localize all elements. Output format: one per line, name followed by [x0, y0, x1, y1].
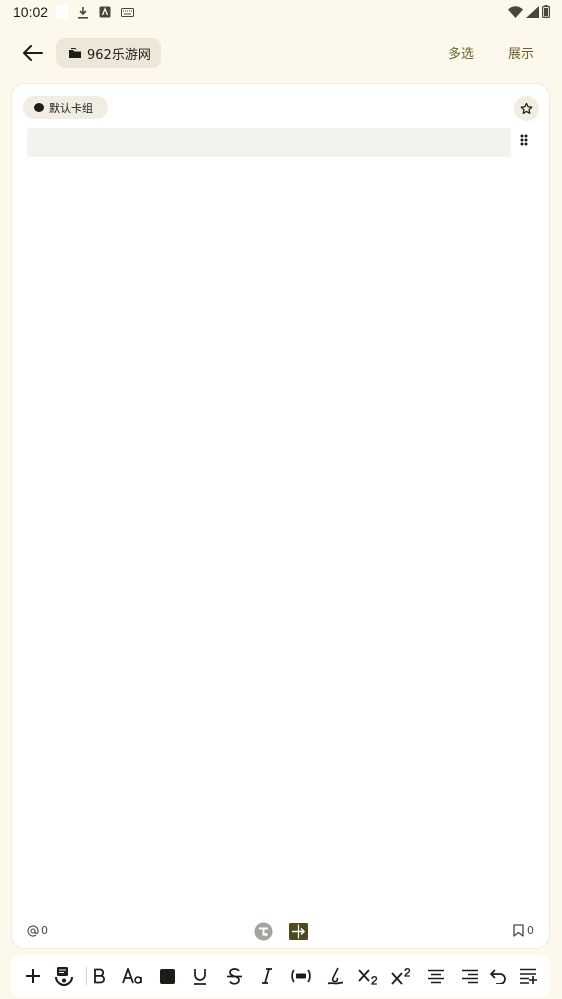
- drag-handle-icon[interactable]: [518, 132, 530, 146]
- download-icon: [76, 5, 90, 19]
- card-footer: 0 0: [12, 920, 551, 942]
- status-bar: 10:02: [0, 0, 562, 24]
- favorite-button[interactable]: [514, 96, 539, 121]
- bookmark-button[interactable]: 0: [513, 924, 534, 937]
- group-color-dot: [34, 103, 44, 112]
- strikethrough-icon[interactable]: [223, 965, 245, 987]
- status-right: [508, 3, 551, 22]
- plus-icon[interactable]: [22, 965, 44, 987]
- align-center-icon[interactable]: [425, 965, 447, 987]
- italic-icon[interactable]: [256, 965, 278, 987]
- format-toolbar: [11, 955, 550, 997]
- back-button[interactable]: [18, 39, 48, 67]
- multi-select-button[interactable]: 多选: [448, 43, 474, 62]
- wifi-icon: [508, 3, 523, 22]
- a-box-icon: [98, 5, 112, 19]
- template-icon[interactable]: [53, 965, 75, 987]
- card-swap-icon: [289, 923, 308, 940]
- undo-icon[interactable]: [487, 965, 509, 987]
- arrow-left-icon: [23, 45, 43, 61]
- app-header: 962乐游网 多选 展示: [0, 37, 562, 69]
- at-icon: [27, 925, 39, 937]
- bold-icon[interactable]: [88, 965, 110, 987]
- signal-icon: [526, 3, 539, 22]
- status-time: 10:02: [13, 4, 49, 20]
- mention-count: 0: [41, 924, 48, 937]
- align-right-icon[interactable]: [459, 965, 481, 987]
- font-size-icon[interactable]: [122, 965, 144, 987]
- notification-icon: [56, 5, 69, 19]
- speech-circle-icon: [254, 922, 273, 941]
- mention-button[interactable]: 0: [27, 924, 48, 937]
- folder-icon: [69, 48, 81, 58]
- text-color-icon[interactable]: [156, 965, 178, 987]
- card-switch-button[interactable]: [289, 923, 308, 940]
- tts-button[interactable]: [254, 922, 273, 941]
- more-format-icon[interactable]: [517, 965, 539, 987]
- cloze-icon[interactable]: [290, 965, 312, 987]
- folder-chip[interactable]: 962乐游网: [56, 38, 161, 68]
- underline-icon[interactable]: [189, 965, 211, 987]
- status-left: 10:02: [13, 4, 134, 20]
- display-button[interactable]: 展示: [508, 43, 534, 62]
- card-text-field[interactable]: [27, 128, 511, 157]
- toolbar-divider: [86, 967, 87, 985]
- card-editor: 默认卡组 0 0: [11, 83, 550, 949]
- superscript-icon[interactable]: [391, 965, 413, 987]
- folder-name: 962乐游网: [87, 47, 151, 63]
- bookmark-count: 0: [527, 924, 534, 937]
- highlight-icon[interactable]: [324, 965, 346, 987]
- star-icon: [520, 102, 533, 114]
- battery-icon: [542, 3, 551, 22]
- keyboard-icon: [120, 5, 134, 19]
- bookmark-icon: [513, 924, 524, 937]
- card-group-label: 默认卡组: [49, 101, 93, 115]
- subscript-icon[interactable]: [358, 965, 380, 987]
- card-group-chip[interactable]: 默认卡组: [23, 96, 108, 119]
